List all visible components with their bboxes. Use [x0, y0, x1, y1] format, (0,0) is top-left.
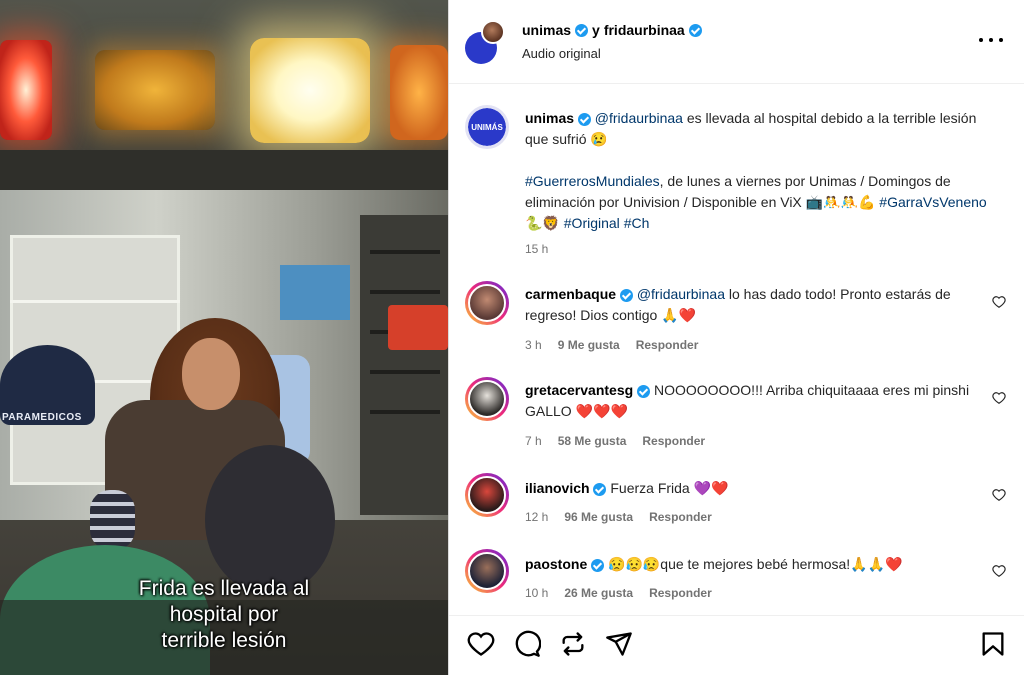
post-side-panel: unimas y fridaurbinaa Audio original UNI…: [448, 0, 1024, 675]
comment-username[interactable]: carmenbaque: [525, 286, 616, 302]
caption-text: unimas @fridaurbinaa es llevada al hospi…: [525, 108, 995, 234]
comment-reply-button[interactable]: Responder: [649, 586, 712, 600]
comment-body: Fuerza Frida 💜❤️: [606, 480, 729, 496]
caption-mention[interactable]: @fridaurbinaa: [595, 110, 683, 126]
comment-time[interactable]: 7 h: [525, 434, 542, 448]
comment-reply-button[interactable]: Responder: [636, 338, 699, 352]
comment-likes[interactable]: 96 Me gusta: [564, 510, 633, 524]
comment-text: gretacervantesg NOOOOOOOO!!! Arriba chiq…: [525, 380, 975, 422]
caption-avatar[interactable]: UNIMÁS: [465, 105, 509, 149]
header-account-frida[interactable]: fridaurbinaa: [604, 22, 685, 38]
comment-meta: 10 h 26 Me gusta Responder: [525, 586, 712, 600]
commenter-photo: [468, 380, 506, 418]
verified-badge-icon: [637, 384, 651, 398]
commenter-avatar[interactable]: [465, 377, 509, 421]
comment-reply-button[interactable]: Responder: [642, 434, 705, 448]
header-account-unimas[interactable]: unimas: [522, 22, 571, 38]
more-dot: [989, 38, 993, 42]
comment-time[interactable]: 12 h: [525, 510, 548, 524]
comment-bubble-icon[interactable]: [513, 630, 542, 658]
hashtag-guerreros[interactable]: #GuerrerosMundiales: [525, 173, 660, 189]
comment-like-heart-icon[interactable]: [992, 564, 1006, 578]
caption-emoji: 🐍🦁: [525, 215, 564, 231]
comment-username[interactable]: paostone: [525, 556, 587, 572]
hashtag-garra[interactable]: #GarraVsVeneno: [879, 194, 986, 210]
unimas-logo: UNIMÁS: [468, 108, 506, 146]
ambulance-window: [280, 265, 350, 320]
commenter-photo: [468, 284, 506, 322]
bookmark-icon[interactable]: [979, 630, 1007, 658]
comment-username[interactable]: ilianovich: [525, 480, 590, 496]
striped-sock: [90, 490, 135, 550]
comment-meta: 7 h 58 Me gusta Responder: [525, 434, 705, 448]
door-rung: [370, 370, 440, 374]
comment-text: ilianovich Fuerza Frida 💜❤️: [525, 478, 975, 499]
comment-likes[interactable]: 26 Me gusta: [564, 586, 633, 600]
comment-body: 😥😥😥que te mejores bebé hermosa!🙏🙏❤️: [604, 556, 903, 572]
hashtag-original[interactable]: #Original: [564, 215, 620, 231]
ambulance-red-light: [0, 40, 52, 140]
comment-like-heart-icon[interactable]: [992, 295, 1006, 309]
more-dot: [979, 38, 983, 42]
door-rung: [370, 410, 440, 414]
fridaurbinaa-avatar[interactable]: [481, 20, 505, 44]
comment-username[interactable]: gretacervantesg: [525, 382, 633, 398]
ambulance-amber-light: [95, 50, 215, 130]
comment-likes[interactable]: 9 Me gusta: [558, 338, 620, 352]
red-medical-bag: [388, 305, 448, 350]
comment-text: carmenbaque @fridaurbinaa lo has dado to…: [525, 284, 975, 326]
verified-badge-icon: [688, 23, 702, 37]
commenter-avatar[interactable]: [465, 473, 509, 517]
header-accounts: unimas y fridaurbinaa: [522, 22, 702, 38]
commenter-avatar[interactable]: [465, 549, 509, 593]
post-action-bar: [449, 615, 1024, 675]
more-options-icon[interactable]: [979, 30, 1003, 50]
door-rung: [370, 250, 440, 254]
commenter-photo: [468, 552, 506, 590]
comment-likes[interactable]: 58 Me gusta: [558, 434, 627, 448]
video-caption: Frida es llevada al hospital por terribl…: [138, 577, 310, 652]
caption-paragraph-2: #GuerrerosMundiales, de lunes a viernes …: [525, 171, 995, 234]
verified-badge-icon: [619, 288, 633, 302]
bystander-head: [205, 445, 335, 595]
ambulance-door: [360, 215, 448, 515]
post-header: unimas y fridaurbinaa Audio original: [449, 0, 1024, 84]
comment-meta: 3 h 9 Me gusta Responder: [525, 338, 698, 352]
comment-time[interactable]: 10 h: [525, 586, 548, 600]
verified-badge-icon: [577, 112, 591, 126]
comments-scroll-area[interactable]: UNIMÁS unimas @fridaurbinaa es llevada a…: [449, 85, 1024, 615]
instagram-post-window: PARAMEDICOS Frida es llevada al hospital…: [0, 0, 1024, 675]
paramedic-vest-label: PARAMEDICOS: [2, 412, 82, 423]
comment-meta: 12 h 96 Me gusta Responder: [525, 510, 712, 524]
like-heart-icon[interactable]: [467, 630, 495, 658]
comment-mention[interactable]: @fridaurbinaa: [637, 286, 725, 302]
verified-badge-icon: [591, 558, 605, 572]
shelf-divider: [10, 300, 180, 303]
caption-body-1: es llevada al hospital debido a la terri…: [525, 110, 977, 147]
more-dot: [999, 38, 1003, 42]
comment-like-heart-icon[interactable]: [992, 391, 1006, 405]
comment-time[interactable]: 3 h: [525, 338, 542, 352]
ambulance-orange-light: [390, 45, 448, 140]
send-icon[interactable]: [605, 630, 633, 658]
commenter-avatar[interactable]: [465, 281, 509, 325]
comment-reply-button[interactable]: Responder: [649, 510, 712, 524]
caption-username[interactable]: unimas: [525, 110, 574, 126]
ambulance-bar: [0, 150, 448, 190]
audio-original-link[interactable]: Audio original: [522, 46, 601, 61]
hashtag-ch[interactable]: #Ch: [624, 215, 650, 231]
verified-badge-icon: [575, 23, 589, 37]
header-connector: y: [592, 22, 600, 38]
repost-icon[interactable]: [559, 630, 587, 658]
patient-face: [182, 338, 240, 410]
ambulance-white-light: [250, 38, 370, 143]
commenter-photo: [468, 476, 506, 514]
comment-text: paostone 😥😥😥que te mejores bebé hermosa!…: [525, 554, 975, 575]
comment-like-heart-icon[interactable]: [992, 488, 1006, 502]
post-video[interactable]: PARAMEDICOS Frida es llevada al hospital…: [0, 0, 448, 675]
verified-badge-icon: [593, 482, 607, 496]
door-rung: [370, 290, 440, 294]
caption-timestamp[interactable]: 15 h: [525, 242, 548, 256]
